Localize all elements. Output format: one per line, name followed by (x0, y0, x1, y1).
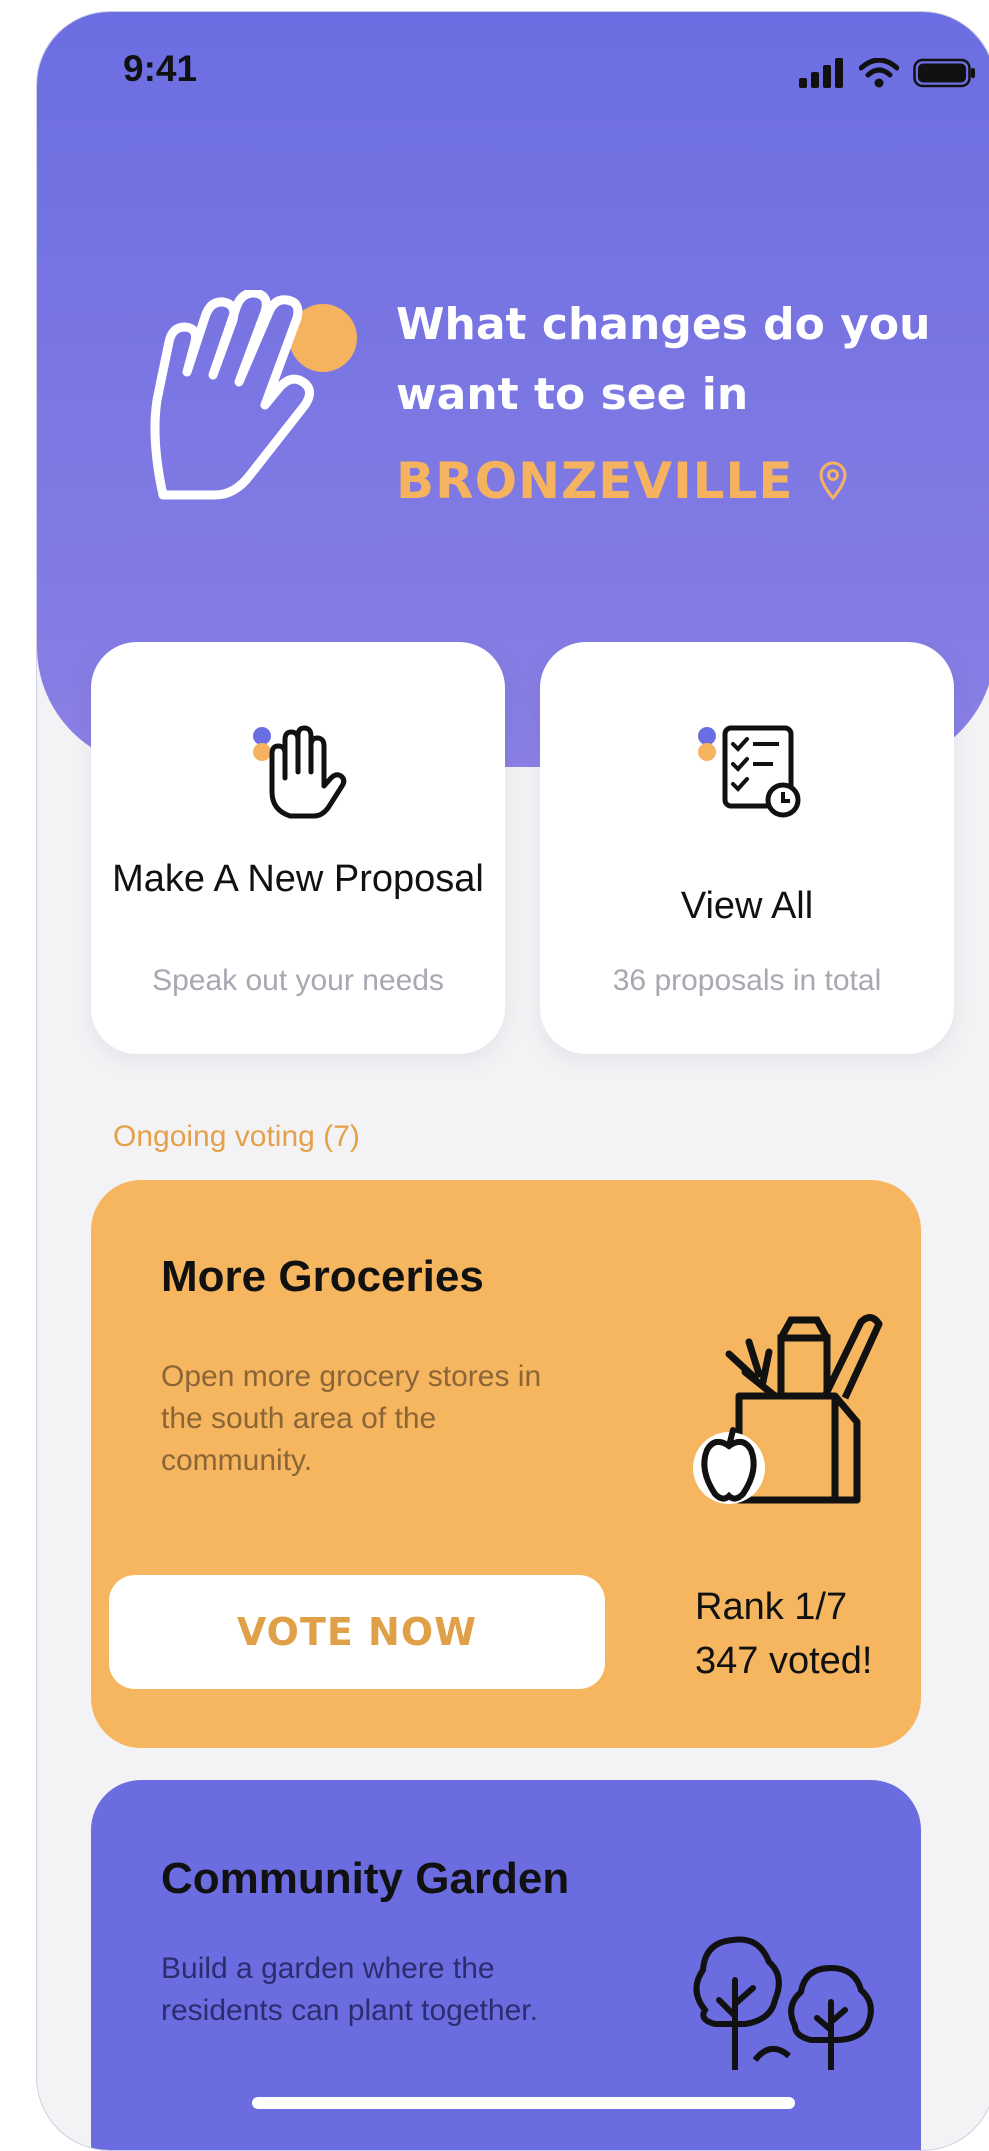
trees-icon (693, 1936, 874, 2070)
hand-icon (253, 725, 347, 819)
proposal-title: More Groceries (161, 1252, 484, 1301)
location-selector[interactable]: BRONZEVILLE (396, 452, 848, 510)
make-proposal-subtitle: Speak out your needs (152, 964, 444, 997)
make-proposal-title: Make A New Proposal (112, 858, 484, 900)
location-pin-icon (819, 461, 847, 501)
ongoing-voting-label: Ongoing voting (7) (113, 1120, 360, 1153)
home-indicator[interactable] (252, 2097, 795, 2109)
proposal-card-groceries[interactable]: More Groceries Open more grocery stores … (91, 1180, 921, 1748)
proposal-description: Open more grocery stores in the south ar… (161, 1360, 542, 1477)
signal-icon (799, 58, 843, 88)
vote-now-button[interactable]: VOTE NOW (109, 1575, 605, 1689)
status-icons (799, 58, 977, 88)
phone-frame: 9:41 What changes do you want to see in … (36, 11, 989, 2151)
hero-question: What changes do you want to see in (396, 299, 931, 420)
proposal-votes: 347 voted! (695, 1640, 873, 1682)
proposal-card-garden[interactable]: Community Garden Build a garden where th… (91, 1780, 921, 2150)
status-time: 9:41 (123, 48, 198, 89)
wifi-icon (859, 58, 899, 88)
location-name: BRONZEVILLE (396, 452, 794, 510)
grocery-bag-icon (693, 1314, 883, 1504)
raised-hand-icon (150, 290, 357, 500)
view-all-card[interactable]: View All 36 proposals in total (540, 642, 954, 1054)
battery-icon (913, 58, 975, 88)
proposal-title: Community Garden (161, 1854, 570, 1903)
proposal-rank: Rank 1/7 (695, 1586, 848, 1628)
view-all-subtitle: 36 proposals in total (612, 964, 882, 997)
proposal-description: Build a garden where the residents can p… (161, 1952, 538, 2027)
make-proposal-card[interactable]: Make A New Proposal Speak out your needs (91, 642, 505, 1054)
checklist-icon (698, 725, 801, 818)
proposal-rank-info: Rank 1/7 347 voted! (695, 1580, 872, 1688)
view-all-title: View All (680, 885, 814, 927)
